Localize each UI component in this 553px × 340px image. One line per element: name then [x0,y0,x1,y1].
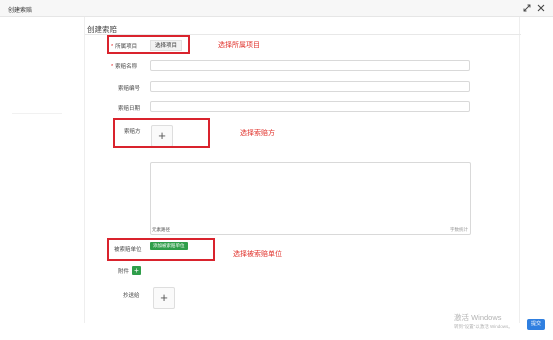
add-cc-button[interactable]: + [153,287,175,309]
claim-name-input[interactable] [150,60,470,71]
attachment-label: 附件 [118,269,130,275]
element-path: 元素路径 [152,227,170,232]
claim-content-textarea[interactable]: 元素路径 字数统计 [150,162,471,235]
left-pane-divider [12,113,62,114]
windows-watermark: 激活 Windows 转到"设置"以激活 Windows。 [454,312,513,330]
claim-date-input[interactable] [150,101,470,112]
cc-label: 抄送给 [123,293,140,299]
window-title: 创建索赔 [8,8,33,14]
submit-button[interactable]: 提交 [527,319,545,330]
claim-name-label: * 索赔名称 [111,62,137,70]
watermark-title: 激活 Windows [454,313,502,322]
plus-icon: + [160,290,168,305]
annotation-box-project [107,35,190,54]
claim-date-label: 索赔日期 [118,106,141,112]
left-pane [0,17,84,323]
annotation-box-claimant [113,118,210,148]
claim-name-label-text: 索赔名称 [115,64,138,70]
add-attachment-button[interactable]: + [132,266,141,275]
window-titlebar: 创建索赔 [0,0,553,17]
annotation-select-respondent: 选择被索赔单位 [233,250,282,258]
claim-no-label: 索赔编号 [118,86,141,92]
annotation-select-project: 选择所属项目 [218,41,260,49]
annotation-box-respondent [107,238,215,261]
word-count: 字数统计 [450,227,468,232]
plus-icon: + [134,266,139,275]
annotation-select-claimant: 选择索赔方 [240,129,275,137]
claim-no-input[interactable] [150,81,470,92]
close-icon[interactable] [537,4,545,12]
watermark-subtitle: 转到"设置"以激活 Windows。 [454,324,513,329]
expand-icon[interactable] [523,4,531,12]
required-mark: * [111,64,114,70]
